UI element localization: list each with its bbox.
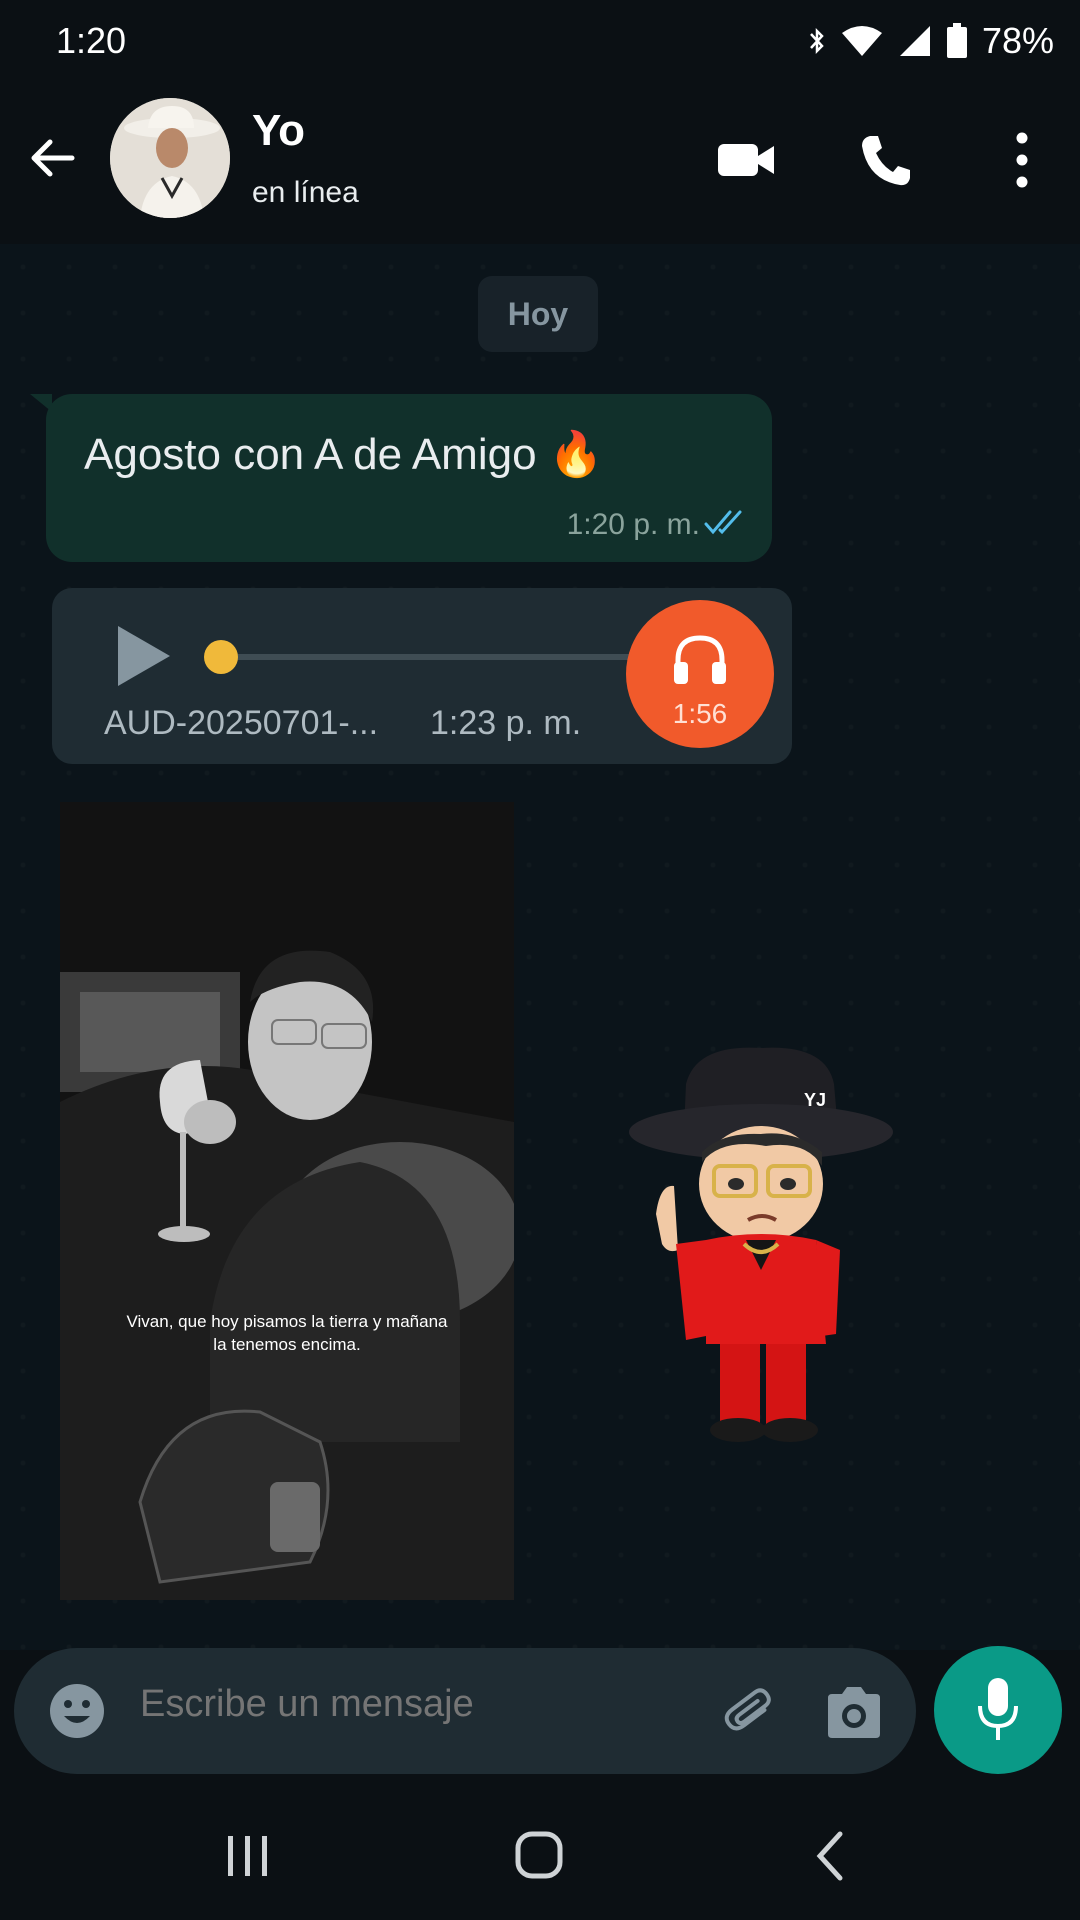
bluetooth-icon xyxy=(810,27,824,55)
status-icons: 78% xyxy=(808,20,1054,62)
message-time: 1:20 p. m. xyxy=(566,508,700,541)
contact-avatar[interactable] xyxy=(110,98,230,218)
mic-icon xyxy=(978,1678,1018,1740)
photo-message[interactable]: Vivan, que hoy pisamos la tierra y mañan… xyxy=(60,802,514,1600)
attach-icon[interactable] xyxy=(720,1682,780,1742)
video-call-icon[interactable] xyxy=(716,132,776,188)
phone-icon[interactable] xyxy=(856,132,916,188)
contact-status: en línea xyxy=(252,176,359,209)
audio-file-name: AUD-20250701-... xyxy=(104,704,379,742)
more-vertical-icon[interactable] xyxy=(1000,132,1044,188)
battery-icon xyxy=(946,23,967,58)
play-icon[interactable] xyxy=(114,624,172,688)
message-bubble[interactable]: Agosto con A de Amigo 🔥 1:20 p. m. xyxy=(46,394,772,562)
message-composer xyxy=(14,1648,916,1774)
audio-time: 1:23 p. m. xyxy=(430,704,582,742)
photo-caption: Vivan, que hoy pisamos la tierra y mañan… xyxy=(126,1312,448,1354)
battery-level: 78% xyxy=(981,20,1054,61)
headphones-icon xyxy=(674,635,726,684)
audio-duration: 1:56 xyxy=(672,698,728,729)
contact-name[interactable]: Yo xyxy=(252,106,305,156)
message-input[interactable] xyxy=(138,1682,702,1727)
voice-record-button[interactable] xyxy=(934,1646,1062,1774)
chat-header: Yo en línea xyxy=(0,84,1080,244)
sticker-hat-text: YJ xyxy=(804,1090,826,1110)
camera-icon[interactable] xyxy=(824,1684,884,1740)
photo-image xyxy=(60,802,514,1600)
system-nav-bar xyxy=(0,1790,1080,1920)
wifi-icon xyxy=(841,26,882,56)
status-bar: 1:20 78% xyxy=(0,0,1080,84)
status-time: 1:20 xyxy=(56,20,127,61)
audio-message[interactable]: AUD-20250701-... 1:23 p. m. 1:56 xyxy=(52,588,792,764)
audio-progress-knob[interactable] xyxy=(204,640,238,674)
date-chip: Hoy xyxy=(478,276,598,352)
back-arrow-icon[interactable] xyxy=(26,132,78,184)
signal-icon xyxy=(899,26,930,56)
audio-progress-track[interactable] xyxy=(222,654,642,660)
home-icon[interactable] xyxy=(510,1830,570,1882)
back-nav-icon[interactable] xyxy=(802,1830,862,1882)
sticker[interactable]: YJ xyxy=(626,1044,896,1454)
message-text: Agosto con A de Amigo 🔥 xyxy=(84,430,604,479)
emoji-icon[interactable] xyxy=(48,1682,106,1740)
audio-badge: 1:56 xyxy=(626,600,774,748)
recents-icon[interactable] xyxy=(218,1830,278,1882)
double-check-icon xyxy=(704,510,742,535)
chat-area[interactable]: Hoy Agosto con A de Amigo 🔥 1:20 p. m. A… xyxy=(0,244,1080,1650)
